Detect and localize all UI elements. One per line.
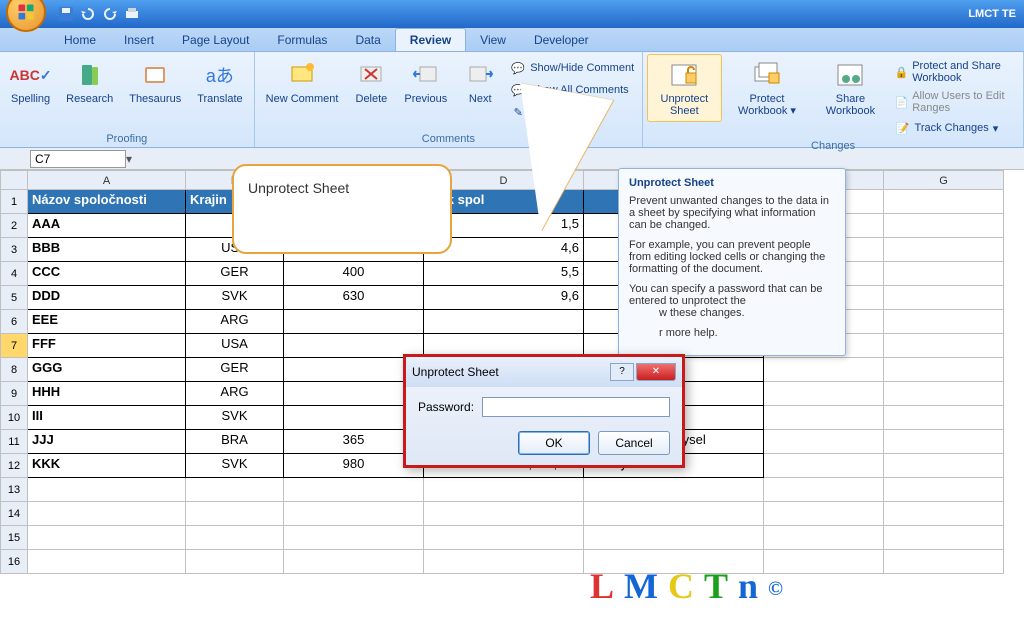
row-header[interactable]: 8	[0, 358, 28, 382]
row-header[interactable]: 13	[0, 478, 28, 502]
screentip-tooltip: Unprotect Sheet Prevent unwanted changes…	[618, 168, 846, 356]
table-row: 16	[0, 550, 1024, 574]
group-proofing: ABC✓Spelling Research Thesaurus aあTransl…	[0, 52, 255, 147]
tab-review[interactable]: Review	[395, 28, 466, 51]
ribbon: ABC✓Spelling Research Thesaurus aあTransl…	[0, 52, 1024, 148]
protect-workbook-button[interactable]: Protect Workbook ▾	[724, 54, 811, 122]
table-row: 13	[0, 478, 1024, 502]
col-header[interactable]: A	[28, 170, 186, 190]
spelling-button[interactable]: ABC✓Spelling	[4, 54, 57, 110]
row-header[interactable]: 5	[0, 286, 28, 310]
translate-button[interactable]: aあTranslate	[190, 54, 249, 110]
tab-page-layout[interactable]: Page Layout	[168, 29, 263, 51]
table-row: 15	[0, 526, 1024, 550]
share-workbook-button[interactable]: Share Workbook	[812, 54, 888, 122]
callout-bubble: Unprotect Sheet	[232, 164, 452, 254]
print-icon[interactable]	[124, 6, 140, 22]
tab-home[interactable]: Home	[50, 29, 110, 51]
select-all-corner[interactable]	[0, 170, 28, 190]
col-header[interactable]: G	[884, 170, 1004, 190]
row-header[interactable]: 15	[0, 526, 28, 550]
undo-icon[interactable]	[80, 6, 96, 22]
next-comment-button[interactable]: Next	[456, 54, 504, 110]
delete-comment-button[interactable]: Delete	[347, 54, 395, 110]
row-header[interactable]: 2	[0, 214, 28, 238]
row-header[interactable]: 12	[0, 454, 28, 478]
row-header[interactable]: 1	[0, 190, 28, 214]
thesaurus-button[interactable]: Thesaurus	[122, 54, 188, 110]
redo-icon[interactable]	[102, 6, 118, 22]
table-row: 6 EEE ARG	[0, 310, 1024, 334]
group-changes: Unprotect Sheet Protect Workbook ▾ Share…	[643, 52, 1024, 147]
tab-insert[interactable]: Insert	[110, 29, 168, 51]
name-box-dropdown-icon[interactable]: ▾	[126, 152, 140, 166]
research-button[interactable]: Research	[59, 54, 120, 110]
row-header[interactable]: 9	[0, 382, 28, 406]
new-comment-button[interactable]: New Comment	[259, 54, 346, 110]
password-label: Password:	[418, 400, 474, 414]
save-icon[interactable]	[58, 6, 74, 22]
tab-data[interactable]: Data	[341, 29, 394, 51]
unprotect-sheet-button[interactable]: Unprotect Sheet	[647, 54, 721, 122]
row-header[interactable]: 4	[0, 262, 28, 286]
row-header[interactable]: 16	[0, 550, 28, 574]
password-input[interactable]	[482, 397, 670, 417]
table-row: 14	[0, 502, 1024, 526]
tab-view[interactable]: View	[466, 29, 520, 51]
row-header[interactable]: 10	[0, 406, 28, 430]
ok-button[interactable]: OK	[518, 431, 590, 455]
row-header[interactable]: 6	[0, 310, 28, 334]
unprotect-sheet-dialog: Unprotect Sheet ? ✕ Password: OK Cancel	[403, 354, 685, 468]
help-icon[interactable]: ?	[610, 363, 634, 381]
previous-comment-button[interactable]: Previous	[397, 54, 454, 110]
dialog-titlebar[interactable]: Unprotect Sheet ? ✕	[406, 357, 682, 387]
cancel-button[interactable]: Cancel	[598, 431, 670, 455]
track-changes-button[interactable]: 📝Track Changes ▾	[891, 118, 1019, 138]
app-title: LMCT TE	[968, 8, 1016, 20]
row-header[interactable]: 7	[0, 334, 28, 358]
row-header[interactable]: 3	[0, 238, 28, 262]
allow-edit-ranges-button[interactable]: 📄Allow Users to Edit Ranges	[891, 88, 1019, 116]
table-row: 2 AAA 200 1,5	[0, 214, 1024, 238]
ribbon-tabs: Home Insert Page Layout Formulas Data Re…	[0, 28, 1024, 52]
title-bar: LMCT TE	[0, 0, 1024, 28]
protect-share-workbook-button[interactable]: 🔒Protect and Share Workbook	[891, 58, 1019, 86]
quick-access-toolbar	[58, 6, 140, 22]
tab-developer[interactable]: Developer	[520, 29, 603, 51]
table-row: 3 BBB USA 350 4,6	[0, 238, 1024, 262]
watermark: LMCTn©	[590, 565, 793, 607]
table-row: 5 DDD SVK 630 9,6	[0, 286, 1024, 310]
table-header-row: 1 Názov spoločnosti Krajin mestnancov Zi…	[0, 190, 1024, 214]
name-box[interactable]: C7	[30, 150, 126, 168]
row-header[interactable]: 11	[0, 430, 28, 454]
close-icon[interactable]: ✕	[636, 363, 676, 381]
row-header[interactable]: 14	[0, 502, 28, 526]
tab-formulas[interactable]: Formulas	[263, 29, 341, 51]
table-row: 4 CCC GER 400 5,5	[0, 262, 1024, 286]
